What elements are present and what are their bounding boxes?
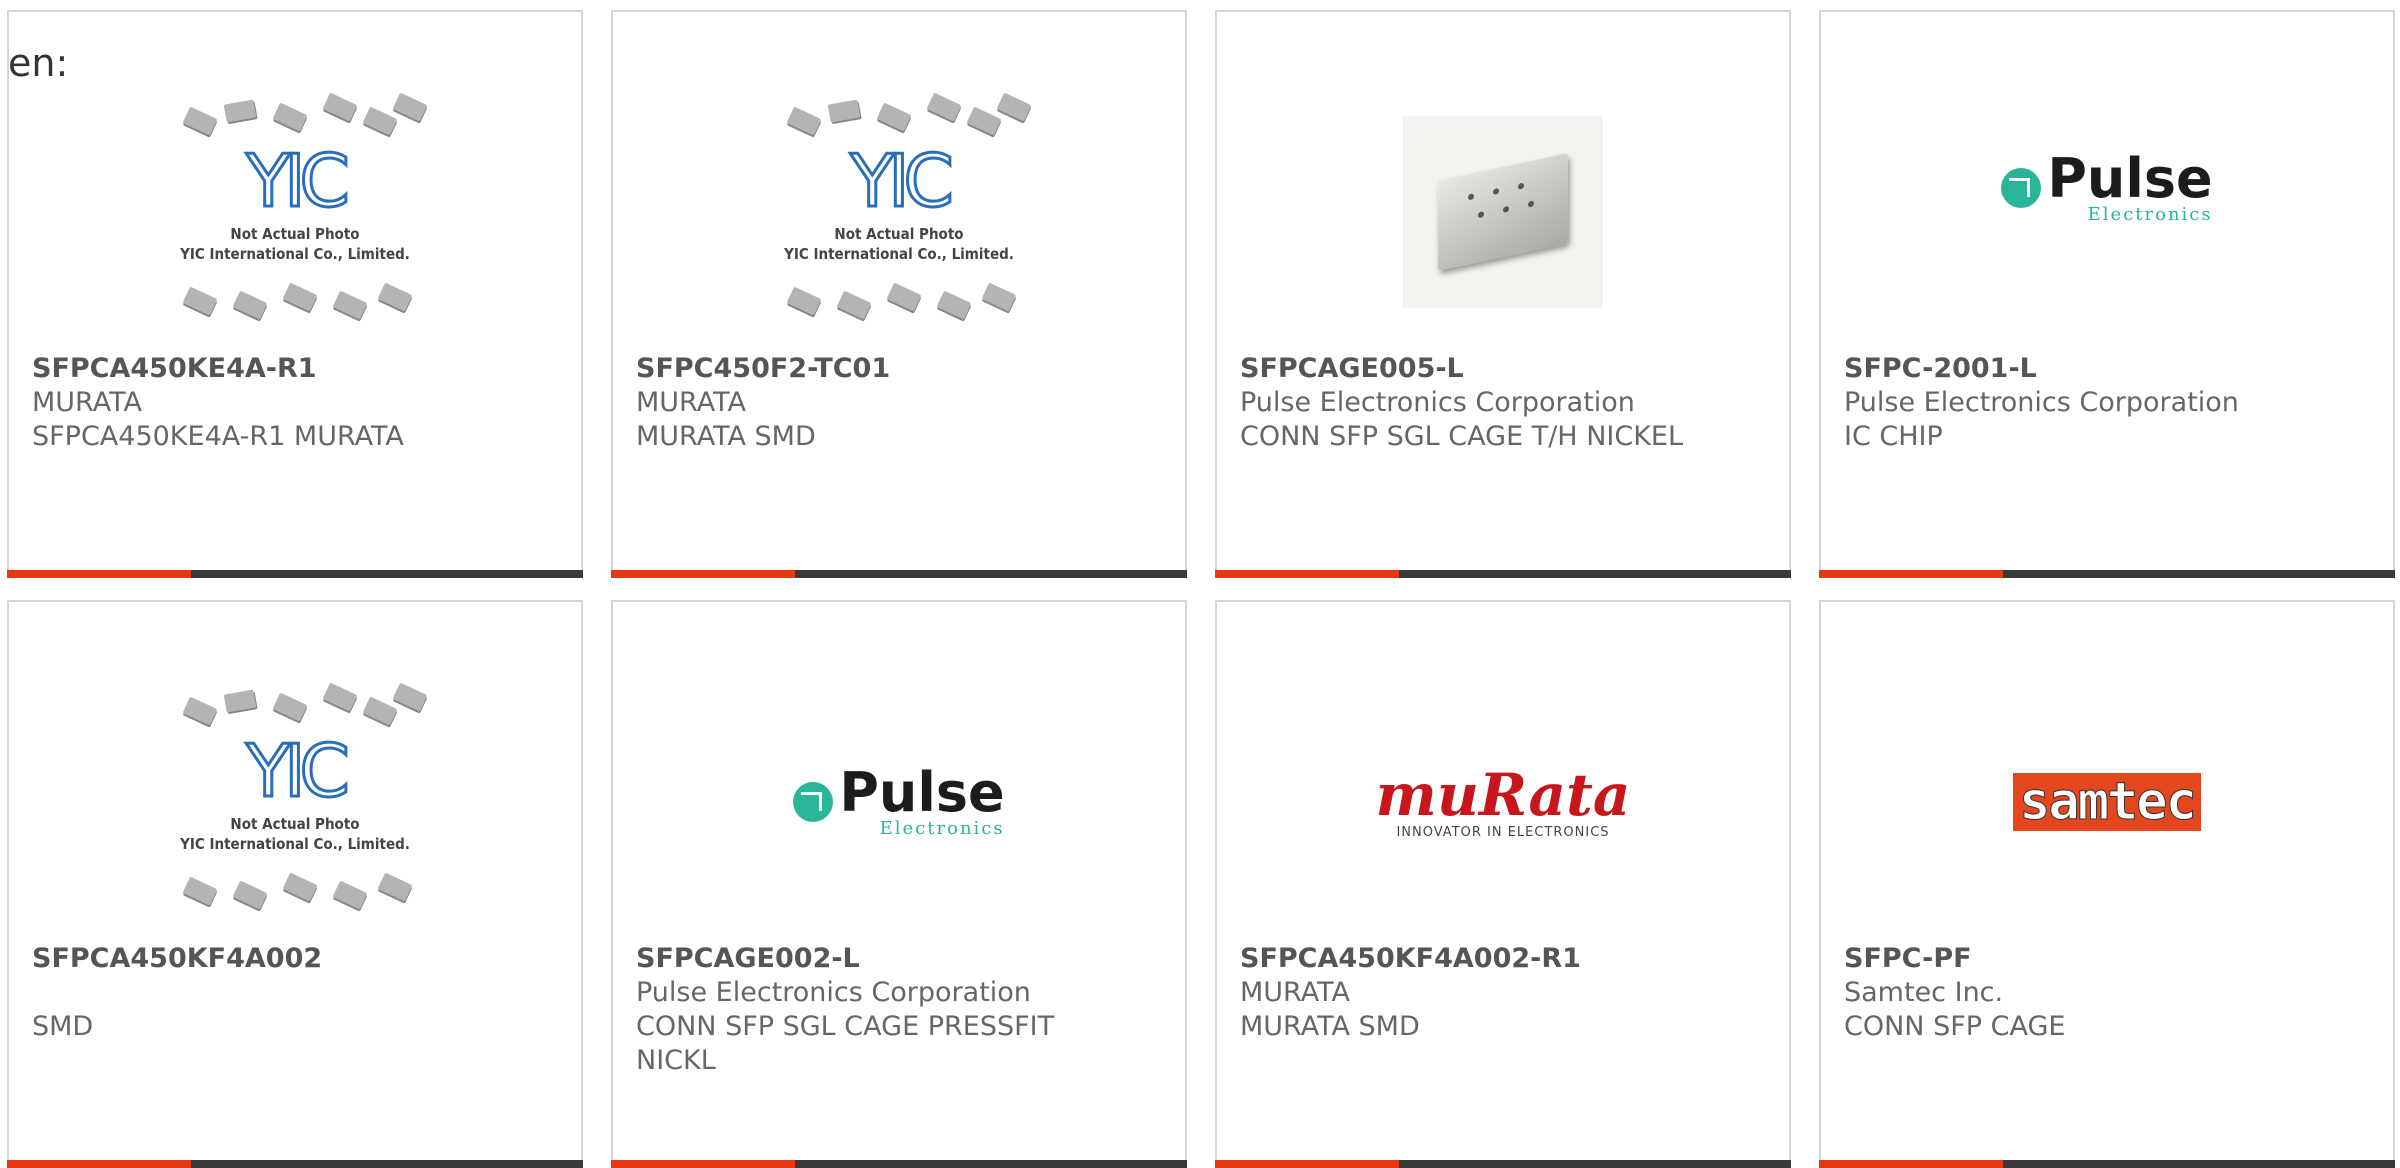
card-bar (1215, 570, 1791, 578)
card-bar (611, 1160, 1187, 1168)
pulse-electronics-logo: Pulse Electronics (2001, 152, 2213, 224)
part-number[interactable]: SFPCAGE002-L (636, 942, 1165, 976)
part-number[interactable]: SFPCA450KF4A002-R1 (1240, 942, 1769, 976)
product-card[interactable]: YIC Not Actual Photo YIC International Co… (611, 10, 1187, 578)
card-bar (611, 570, 1187, 578)
product-card[interactable]: Pulse Electronics SFPC-2001-L Pulse Elec… (1819, 10, 2395, 578)
card-bar (1819, 570, 2395, 578)
pulse-icon (793, 782, 834, 822)
description-continued: NICKL (636, 1045, 716, 1076)
product-image[interactable]: muRata INNOVATOR IN ELECTRONICS (1217, 662, 1789, 942)
product-card[interactable]: Pulse Electronics SFPCAGE002-L Pulse Ele… (611, 600, 1187, 1168)
part-number[interactable]: SFPC450F2-TC01 (636, 352, 1165, 386)
product-image[interactable] (1217, 72, 1789, 352)
manufacturer: MURATA (1240, 977, 1350, 1008)
manufacturer: MURATA (32, 387, 142, 418)
yic-placeholder-image: YIC Not Actual Photo YIC International Co… (759, 92, 1039, 332)
murata-logo: muRata INNOVATOR IN ELECTRONICS (1375, 760, 1631, 840)
pulse-electronics-logo: Pulse Electronics (793, 766, 1005, 838)
part-number[interactable]: SFPCA450KF4A002 (32, 942, 561, 976)
product-image[interactable]: YIC Not Actual Photo YIC International Co… (9, 662, 581, 942)
yic-placeholder-image: YIC Not Actual Photo YIC International Co… (155, 682, 435, 922)
description: SFPCA450KE4A-R1 MURATA (32, 421, 404, 452)
manufacturer: Pulse Electronics Corporation (1240, 387, 1635, 418)
samtec-logo: samtec (2013, 773, 2201, 831)
card-bar (1819, 1160, 2395, 1168)
description: IC CHIP (1844, 421, 1943, 452)
product-image[interactable]: samtec (1821, 662, 2393, 942)
product-image[interactable]: YIC Not Actual Photo YIC International Co… (9, 72, 581, 352)
pulse-icon (2001, 168, 2042, 208)
product-card[interactable]: samtec SFPC-PF Samtec Inc. CONN SFP CAGE (1819, 600, 2395, 1168)
product-card[interactable]: YIC Not Actual Photo YIC International Co… (7, 600, 583, 1168)
description: SMD (32, 1011, 94, 1042)
part-number[interactable]: SFPCAGE005-L (1240, 352, 1769, 386)
manufacturer (32, 976, 561, 1010)
part-number[interactable]: SFPCA450KE4A-R1 (32, 352, 561, 386)
product-card[interactable]: muRata INNOVATOR IN ELECTRONICS SFPCA450… (1215, 600, 1791, 1168)
description: CONN SFP CAGE (1844, 1011, 2066, 1042)
product-card[interactable]: SFPCAGE005-L Pulse Electronics Corporati… (1215, 10, 1791, 578)
manufacturer: Pulse Electronics Corporation (1844, 387, 2239, 418)
sfp-cage-photo (1403, 116, 1603, 308)
product-image[interactable]: Pulse Electronics (613, 662, 1185, 942)
description: CONN SFP SGL CAGE T/H NICKEL (1240, 421, 1684, 452)
description: MURATA SMD (636, 421, 816, 452)
manufacturer: Samtec Inc. (1844, 977, 2004, 1008)
description: CONN SFP SGL CAGE PRESSFIT (636, 1011, 1055, 1042)
product-card[interactable]: YIC Not Actual Photo YIC International Co… (7, 10, 583, 578)
card-bar (7, 1160, 583, 1168)
manufacturer: Pulse Electronics Corporation (636, 977, 1031, 1008)
product-image[interactable]: YIC Not Actual Photo YIC International Co… (613, 72, 1185, 352)
yic-placeholder-image: YIC Not Actual Photo YIC International Co… (155, 92, 435, 332)
language-label: en: (8, 41, 69, 85)
description: MURATA SMD (1240, 1011, 1420, 1042)
manufacturer: MURATA (636, 387, 746, 418)
card-bar (1215, 1160, 1791, 1168)
product-image[interactable]: Pulse Electronics (1821, 72, 2393, 352)
part-number[interactable]: SFPC-PF (1844, 942, 2373, 976)
part-number[interactable]: SFPC-2001-L (1844, 352, 2373, 386)
card-bar (7, 570, 583, 578)
